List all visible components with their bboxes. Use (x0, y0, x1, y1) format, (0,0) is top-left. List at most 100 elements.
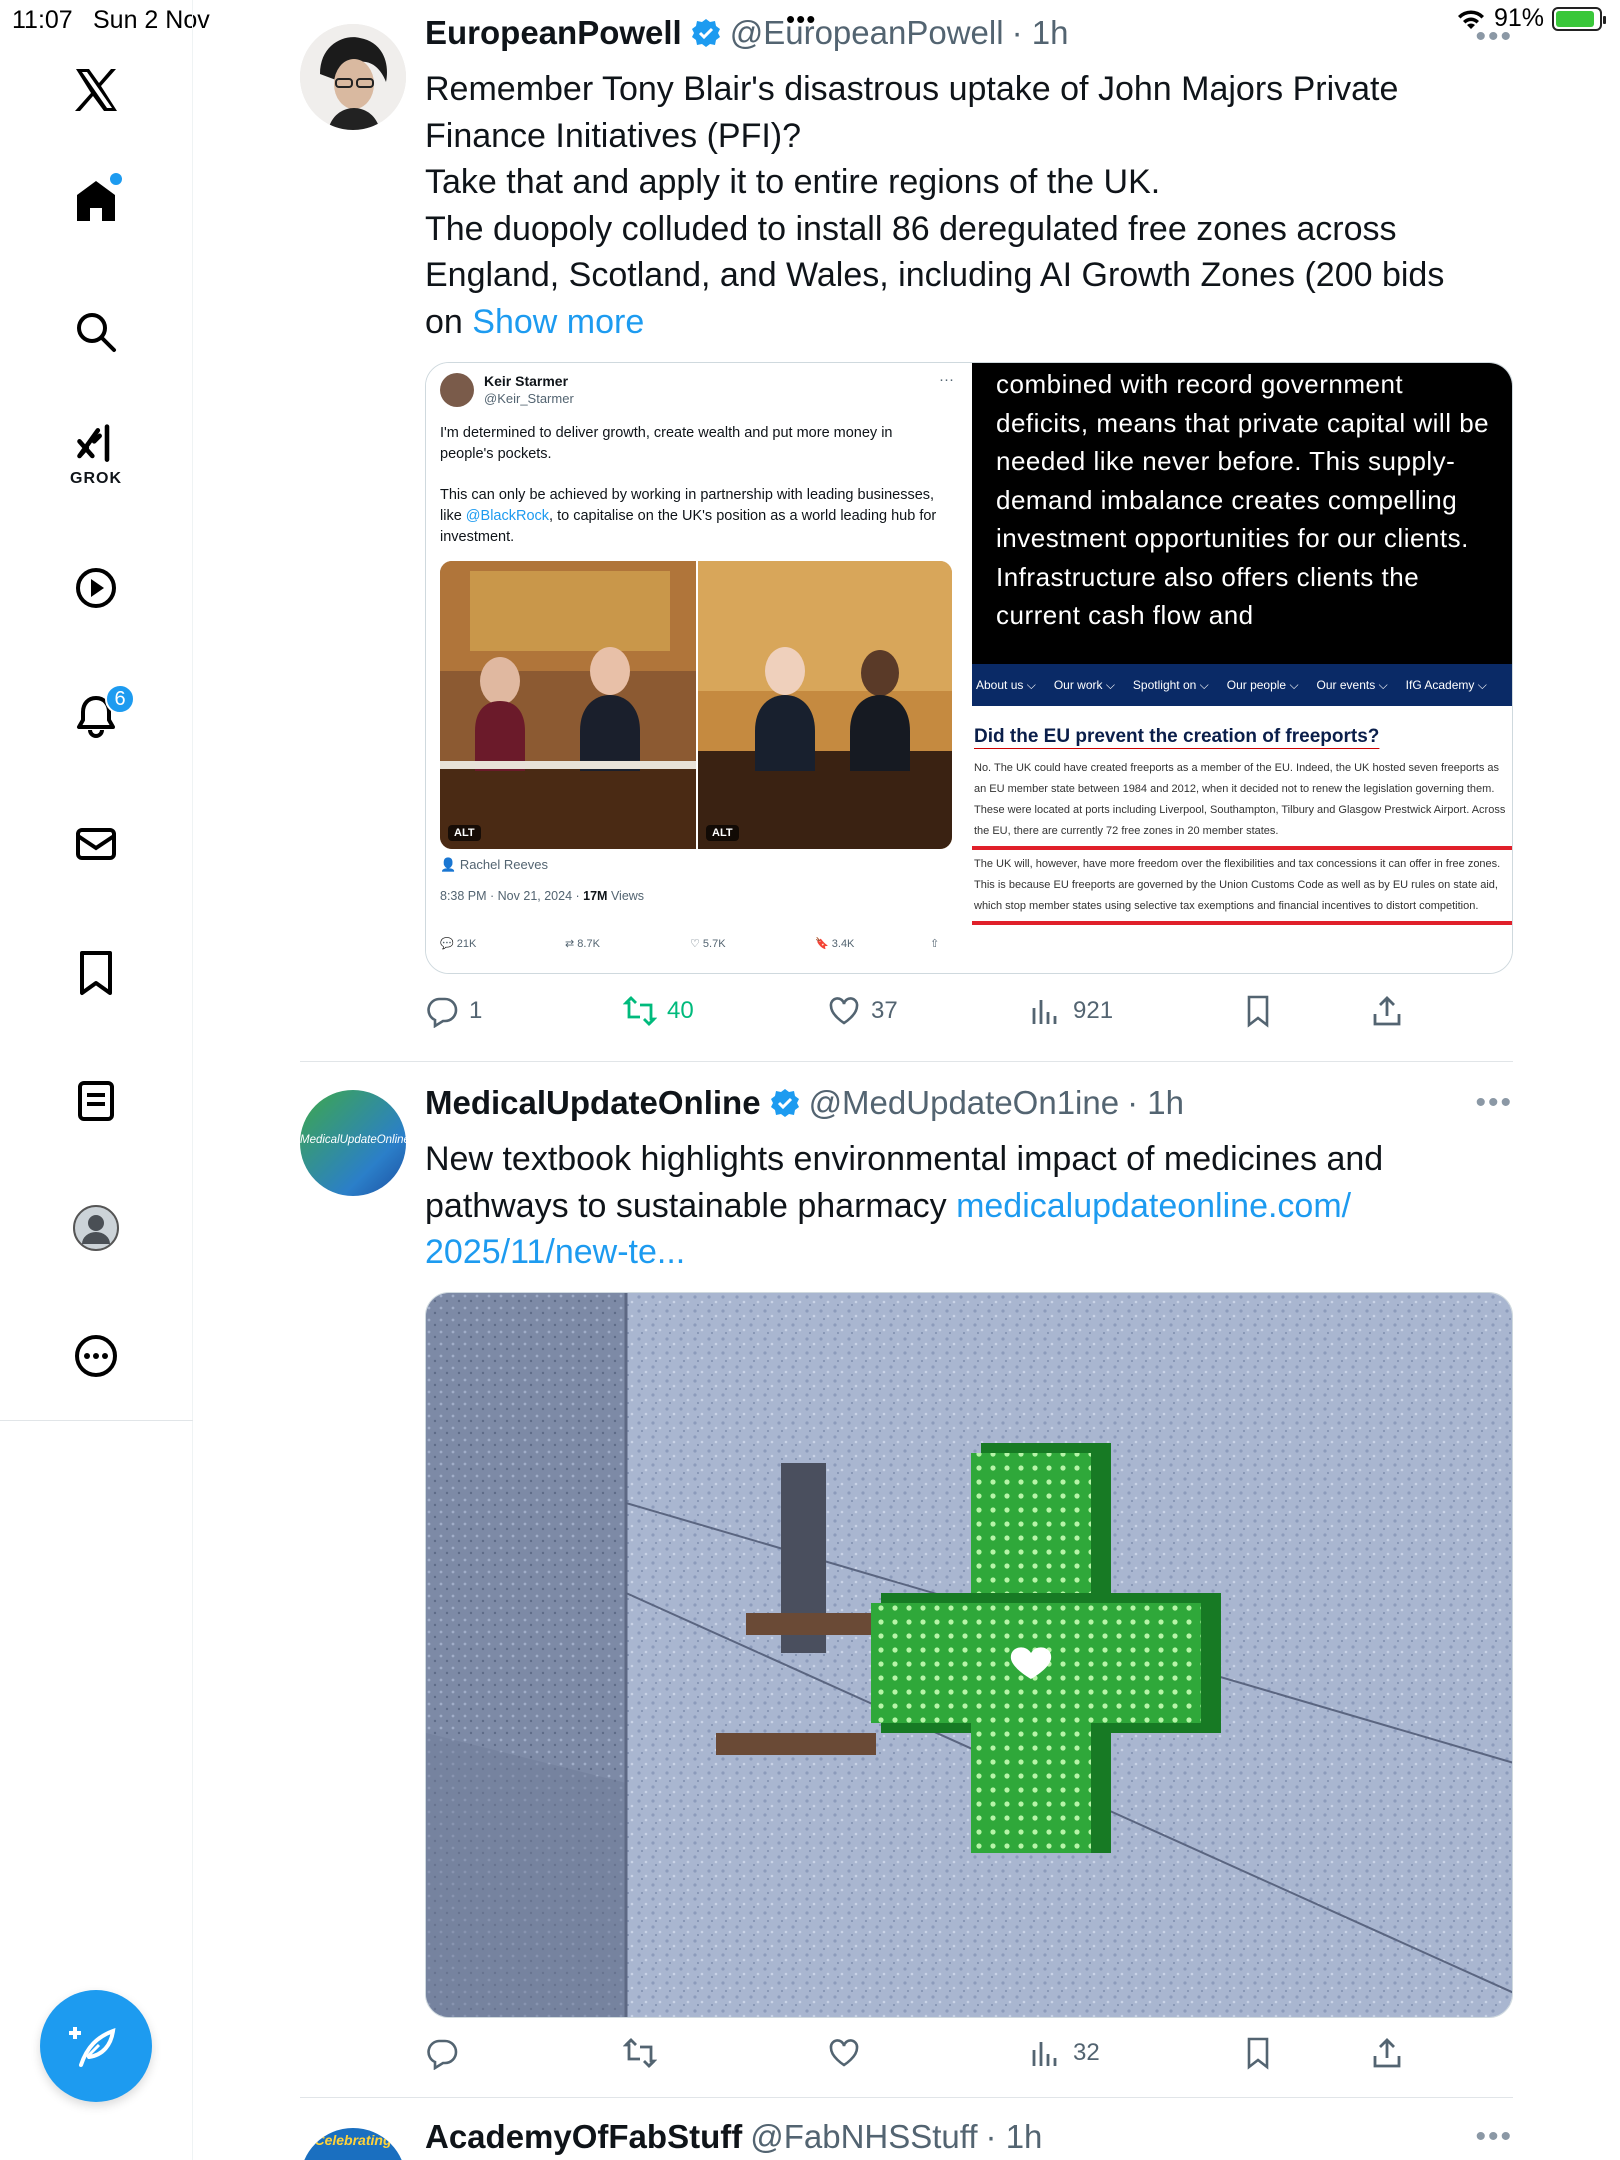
like-button[interactable]: 37 (827, 994, 898, 1028)
x-logo-icon[interactable] (60, 54, 132, 126)
author-name[interactable]: AcademyOfFabStuff (425, 2118, 742, 2156)
author-name[interactable]: MedicalUpdateOnline (425, 1084, 761, 1122)
embedded-date: 8:38 PM · Nov 21, 2024 · (440, 889, 584, 903)
reply-icon (427, 2039, 458, 2070)
reply-button[interactable] (425, 2036, 459, 2070)
tweet-time[interactable]: · 1h (986, 2118, 1043, 2156)
text-line: England, Scotland, and Wales, including … (425, 256, 1445, 294)
embedded-mention: @BlackRock (465, 508, 550, 524)
sidebar-item-more[interactable] (60, 1320, 132, 1392)
heart-icon (829, 997, 859, 1025)
home-notification-dot (110, 173, 122, 185)
embedded-likes-count: 5.7K (702, 938, 726, 950)
repost-count: 40 (667, 997, 694, 1024)
sidebar-item-notifications[interactable]: 6 (60, 680, 135, 752)
verified-badge-icon (770, 1089, 799, 1117)
avatar[interactable]: Celebrating (300, 2128, 406, 2160)
sidebar-item-search[interactable] (60, 296, 132, 368)
share-button[interactable] (1370, 2036, 1404, 2070)
ifg-heading: Did the EU prevent the creation of freep… (974, 726, 1380, 747)
tweet-text: Remember Tony Blair's disastrous uptake … (425, 66, 1485, 345)
sidebar-separator (0, 1420, 193, 1421)
article-link-continued[interactable]: 2025/11/new-te... (425, 1229, 1485, 1276)
text-line: Remember Tony Blair's disastrous uptake … (425, 70, 1399, 108)
text-line: pathways to sustainable pharmacy (425, 1186, 957, 1225)
views-button[interactable]: 32 (1029, 2036, 1100, 2070)
bookmark-icon (1247, 995, 1269, 1028)
sidebar-item-bookmarks[interactable] (60, 937, 132, 1009)
pharmacy-cross-photo (426, 1293, 1512, 2017)
sidebar-item-lists[interactable] (60, 1065, 132, 1137)
embedded-replies-count: 21K (456, 938, 477, 950)
embedded-more-icon: ··· (939, 371, 954, 388)
author-handle[interactable]: @MedUpdateOn1ine (809, 1084, 1120, 1122)
sidebar: GROK 6 (0, 0, 193, 2160)
avatar-text: Celebrating (314, 2132, 392, 2148)
sidebar-item-messages[interactable] (60, 808, 132, 880)
tweet-time[interactable]: · 1h (1012, 14, 1069, 52)
bookmark-button[interactable] (1241, 2036, 1275, 2070)
more-options-icon[interactable]: ••• (1475, 2120, 1513, 2154)
embedded-photos: ALT ALT (440, 561, 952, 849)
reply-button[interactable]: 1 (425, 994, 482, 1028)
text-line: The duopoly colluded to install 86 dereg… (425, 209, 1397, 248)
tweet-header: EuropeanPowell @EuropeanPowell · 1h (425, 14, 1068, 52)
embedded-views-label: Views (607, 889, 645, 903)
ifg-navbar: About us ⌵ Our work ⌵ Spotlight on ⌵ Our… (972, 664, 1512, 706)
reply-count: 1 (469, 997, 483, 1024)
views-count: 921 (1073, 997, 1114, 1024)
pharmacy-image[interactable] (425, 1292, 1513, 2018)
heart-icon (829, 2039, 859, 2067)
like-count: 37 (871, 997, 898, 1024)
bookmark-button[interactable] (1241, 994, 1275, 1028)
more-options-icon[interactable]: ••• (1475, 20, 1513, 54)
author-handle[interactable]: @EuropeanPowell (730, 14, 1004, 52)
embedded-avatar (440, 373, 474, 407)
ifg-nav-item: Our work ⌵ (1053, 677, 1115, 692)
avatar[interactable]: MedicalUpdateOnline (300, 1090, 406, 1196)
text-line: Finance Initiatives (PFI)? (425, 116, 802, 155)
views-button[interactable]: 921 (1029, 994, 1113, 1028)
compose-post-button[interactable] (40, 1990, 152, 2102)
embedded-author-name: Keir Starmer (484, 373, 569, 389)
embedded-author-handle: @Keir_Starmer (484, 391, 574, 406)
more-options-icon[interactable]: ••• (1475, 1086, 1513, 1120)
share-button[interactable] (1370, 994, 1404, 1028)
article-link[interactable]: medicalupdateonline.com/ (956, 1187, 1351, 1225)
sidebar-item-profile[interactable] (60, 1192, 132, 1264)
repost-button[interactable]: 40 (623, 994, 694, 1028)
author-name[interactable]: EuropeanPowell (425, 14, 682, 52)
tweet-time[interactable]: · 1h (1127, 1084, 1184, 1122)
tweet-media-grid[interactable]: Keir Starmer @Keir_Starmer ··· I'm deter… (425, 362, 1513, 974)
sidebar-item-video[interactable] (60, 552, 132, 624)
repost-button[interactable] (623, 2036, 657, 2070)
ifg-screenshot[interactable]: About us ⌵ Our work ⌵ Spotlight on ⌵ Our… (972, 664, 1512, 973)
embedded-replies: 💬 21K (440, 938, 477, 950)
like-button[interactable] (827, 2036, 861, 2070)
sidebar-item-grok[interactable]: GROK (60, 418, 132, 490)
show-more-link[interactable]: Show more (472, 303, 644, 341)
tweet[interactable]: Celebrating AcademyOfFabStuff @FabNHSStu… (300, 2098, 1513, 2160)
share-icon (1373, 996, 1401, 1026)
play-circle-icon (76, 568, 116, 608)
embedded-tweet-screenshot[interactable]: Keir Starmer @Keir_Starmer ··· I'm deter… (426, 363, 972, 973)
tweet-header: AcademyOfFabStuff @FabNHSStuff · 1h (425, 2118, 1042, 2156)
avatar[interactable] (300, 24, 406, 130)
ifg-paragraph: The UK will, however, have more freedom … (974, 858, 1501, 912)
sidebar-item-home[interactable] (60, 165, 132, 237)
embedded-views-count: 17M (583, 889, 608, 903)
tweet[interactable]: EuropeanPowell @EuropeanPowell · 1h ••• … (300, 0, 1513, 1062)
ifg-nav-item: Our events ⌵ (1316, 677, 1388, 692)
embedded-share-icon: ⇧ (930, 938, 940, 950)
meeting-photo (440, 561, 952, 849)
ifg-nav-item: Our people ⌵ (1226, 677, 1299, 692)
author-handle[interactable]: @FabNHSStuff (750, 2118, 977, 2156)
tweet-actions: 1 40 37 921 (425, 994, 1405, 1034)
tweet-text: New textbook highlights environmental im… (425, 1136, 1485, 1276)
embedded-bookmarks-count: 3.4K (831, 938, 855, 950)
alt-badge: ALT (706, 825, 739, 841)
quote-text-image[interactable]: combined with record government deficits… (972, 363, 1512, 664)
embedded-bookmarks: 🔖 3.4K (815, 938, 855, 950)
tweet[interactable]: MedicalUpdateOnline MedicalUpdateOnline … (300, 1062, 1513, 2098)
text-line: Take that and apply it to entire regions… (425, 163, 1161, 201)
